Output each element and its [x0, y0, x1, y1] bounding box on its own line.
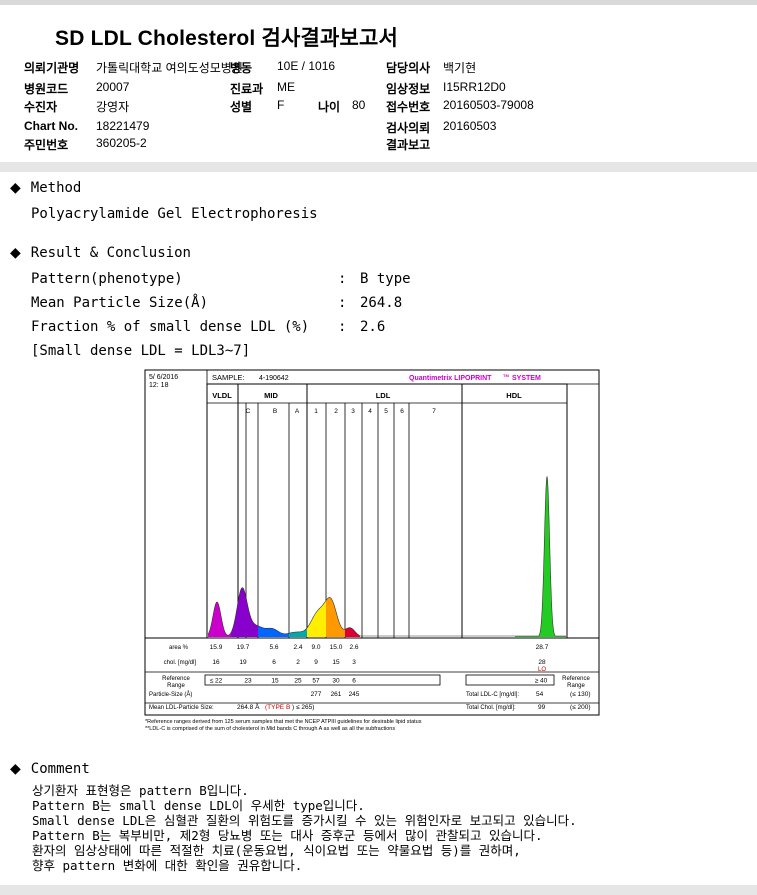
- region-label: VLDL: [212, 391, 232, 400]
- chol-value: 28: [538, 659, 546, 666]
- area-value: 2.4: [293, 644, 302, 651]
- comment-line: Pattern B는 복부비만, 제2형 당뇨병 또는 대사 증후군 등에서 많…: [32, 828, 543, 843]
- band-label: 4: [368, 408, 372, 415]
- chol-value: 15: [332, 659, 340, 666]
- comment-line: Small dense LDL은 심혈관 질환의 위험도를 증가시킬 수 있는 …: [32, 813, 577, 828]
- ref-right-label: Reference: [562, 676, 590, 682]
- band-label: 1: [314, 408, 318, 415]
- band-label: B: [273, 408, 277, 415]
- total-chol-label: Total Chol. [mg/dl]:: [466, 705, 516, 711]
- comment-line: 상기환자 표현형은 pattern B입니다.: [32, 783, 249, 798]
- area-value: 5.6: [269, 644, 278, 651]
- area-value: 15.0: [330, 644, 343, 651]
- total-chol-value: 99: [538, 704, 546, 711]
- chol-value: 3: [352, 659, 356, 666]
- comment-heading: ◆ Comment: [10, 761, 90, 777]
- region-label: LDL: [376, 391, 391, 400]
- chol-value: 2: [296, 659, 300, 666]
- ref-label: Range: [167, 683, 185, 689]
- sample-label: SAMPLE:: [212, 373, 245, 382]
- band-label: 5: [384, 408, 388, 415]
- total-ldl-label: Total LDL-C [mg/dl]:: [466, 692, 519, 698]
- total-chol-ref: (≤ 200): [570, 704, 591, 711]
- chol-value: 6: [272, 659, 276, 666]
- area-value: 15.9: [210, 644, 223, 651]
- area-value: 2.6: [349, 644, 358, 651]
- ref-value: 15: [271, 678, 279, 685]
- comment-line: Pattern B는 small dense LDL이 우세한 type입니다.: [32, 798, 365, 813]
- sample-id: 4-190642: [259, 375, 289, 382]
- band-label: C: [246, 408, 251, 415]
- brand-label: Quantimetrix LIPOPRINT: [409, 375, 492, 382]
- total-ldl-value: 54: [536, 691, 544, 698]
- band-label: 7: [432, 408, 436, 415]
- particle-value: 261: [331, 691, 342, 698]
- comment-line: 환자의 임상상태에 따른 적절한 치료(운동요법, 식이요법 또는 약물요법 등…: [32, 843, 521, 858]
- band-label: 6: [400, 408, 404, 415]
- ref-value: 30: [332, 678, 340, 685]
- mean-type: (TYPE B: [265, 704, 290, 711]
- chol-label: chol. [mg/dl]: [164, 660, 197, 666]
- chol-value: 9: [314, 659, 318, 666]
- band-label: 2: [334, 408, 338, 415]
- mean-label: Mean LDL-Particle Size:: [149, 705, 214, 711]
- diamond-icon: ◆: [10, 761, 21, 777]
- total-ldl-ref: (≤ 130): [570, 691, 591, 698]
- area-value: 9.0: [311, 644, 320, 651]
- chol-value: 16: [212, 659, 220, 666]
- particle-value: 277: [311, 691, 322, 698]
- area-label: area %: [169, 645, 189, 651]
- bottom-border: [0, 885, 757, 895]
- lipoprint-chart: 5/ 6/201612: 18 SAMPLE: 4-190642 Quantimetr…: [144, 369, 600, 732]
- band-label: 3: [351, 408, 355, 415]
- lo-flag: LO: [538, 667, 546, 673]
- chart-time: 12: 18: [149, 382, 169, 389]
- brand-suffix: SYSTEM: [512, 375, 541, 382]
- chol-value: 19: [239, 659, 247, 666]
- region-label: HDL: [506, 391, 522, 400]
- region-label: MID: [264, 391, 278, 400]
- footnote: **LDL-C is comprised of the sum of chole…: [145, 726, 395, 732]
- particle-value: 245: [349, 691, 360, 698]
- chart-date: 5/ 6/2016: [149, 374, 178, 381]
- area-value: 28.7: [536, 644, 549, 651]
- ref-value: 6: [352, 678, 356, 685]
- ref-value: ≤ 22: [210, 678, 223, 685]
- ref-value: 57: [312, 678, 320, 685]
- comment-heading-text: Comment: [30, 761, 90, 777]
- footnote: *Reference ranges derived from 125 serum…: [145, 719, 422, 725]
- area-value: 19.7: [237, 644, 250, 651]
- brand-tm: TM: [503, 373, 509, 378]
- particle-label: Particle-Size (Å): [149, 691, 192, 698]
- ref-value: 23: [244, 678, 252, 685]
- ref-value: 25: [294, 678, 302, 685]
- hdl-ref-value: ≥ 40: [535, 678, 548, 685]
- band-label: A: [295, 408, 300, 415]
- ref-label: Reference: [162, 676, 190, 682]
- mean-ref: ) ≤ 265): [292, 704, 314, 711]
- mean-value: 264.8 Å: [237, 702, 260, 711]
- ref-right-label: Range: [567, 683, 585, 689]
- comment-line: 향후 pattern 변화에 대한 확인을 권유합니다.: [32, 858, 303, 873]
